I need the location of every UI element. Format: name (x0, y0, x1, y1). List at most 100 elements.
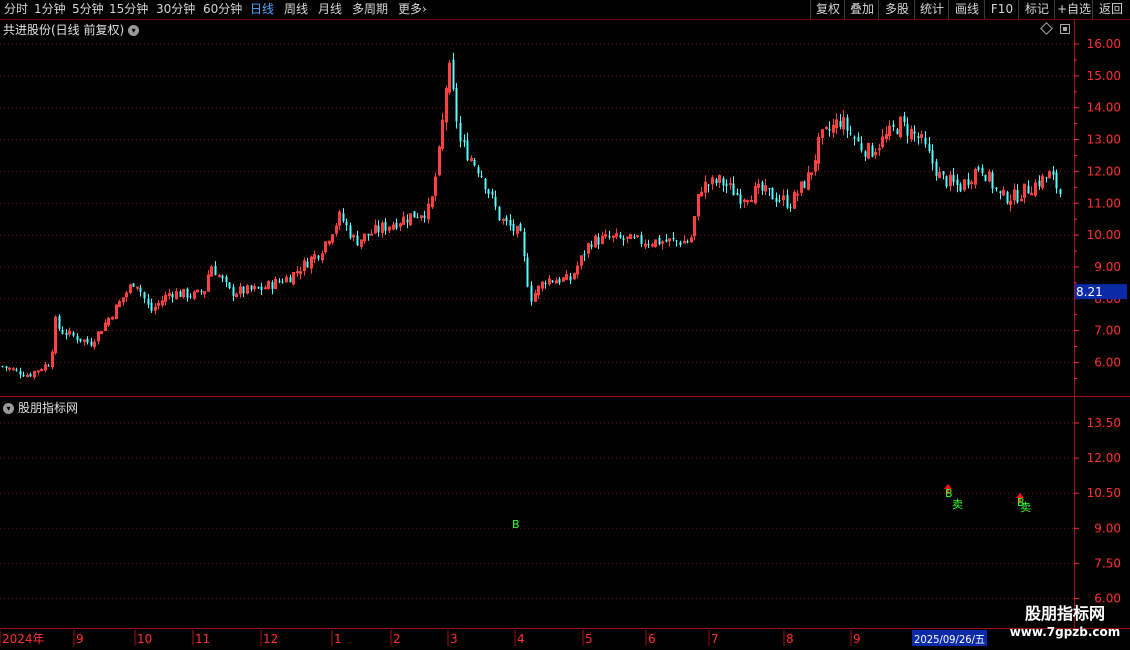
candle-body (736, 193, 739, 195)
chevron-down-icon[interactable]: ▾ (128, 25, 140, 36)
candle-body (1038, 180, 1041, 187)
candle-body (8, 367, 11, 370)
candle-body (416, 217, 419, 219)
time-label: 6 (648, 632, 656, 646)
candle-body (959, 184, 962, 192)
candle-body (768, 188, 771, 190)
window-icon[interactable] (1060, 24, 1070, 34)
candle-body (278, 280, 281, 282)
indicator-tick-label: 9.00 (1094, 521, 1121, 535)
watermark-name: 股朋指标网 (1024, 604, 1105, 623)
candle-body (878, 148, 881, 151)
candle-body (487, 189, 490, 194)
candle-body (647, 244, 650, 246)
candle-body (935, 161, 938, 176)
candle-body (200, 291, 203, 293)
indicator-tick-label: 13.50 (1087, 416, 1121, 430)
candle-body (65, 332, 68, 336)
candle-body (505, 217, 508, 222)
candle-body (846, 117, 849, 131)
candle-body (79, 338, 82, 342)
kline-chart[interactable]: 16.0015.0014.0013.0012.0011.0010.009.008… (0, 0, 1130, 650)
candle-body (61, 329, 64, 334)
candle-body (828, 128, 831, 131)
candle-body (636, 235, 639, 238)
indicator-title: ▾ 股朋指标网 (3, 399, 78, 416)
candle-body (90, 341, 93, 346)
candle-body (480, 175, 483, 177)
stock-name: 共进股份(日线 前复权) (3, 23, 125, 37)
time-label: 9 (853, 632, 861, 646)
candle-body (825, 126, 828, 129)
candle-body (15, 369, 18, 371)
candle-body (19, 371, 22, 375)
time-label: 5 (585, 632, 593, 646)
candle-body (179, 291, 182, 297)
candle-body (86, 338, 89, 343)
candle-body (967, 179, 970, 186)
watermark-url: www.7gpzb.com (1009, 625, 1121, 639)
candle-body (413, 211, 416, 218)
candle-body (715, 179, 718, 183)
candle-body (746, 200, 749, 203)
time-label: 2 (393, 632, 401, 646)
candle-body (281, 281, 284, 283)
candle-body (498, 206, 501, 221)
candle-body (242, 286, 245, 294)
candle-body (147, 298, 150, 305)
candle-body (860, 143, 863, 151)
candle-body (345, 221, 348, 226)
candle-body (349, 225, 352, 238)
candle-body (260, 286, 263, 291)
chevron-down-icon[interactable]: ▾ (3, 403, 14, 414)
candle-body (250, 285, 253, 290)
time-label: 9 (76, 632, 84, 646)
candle-body (906, 124, 909, 136)
time-label: 7 (711, 632, 719, 646)
candle-body (608, 236, 611, 238)
candle-body (839, 120, 842, 127)
candle-body (871, 145, 874, 157)
candle-body (558, 278, 561, 283)
candle-body (72, 332, 75, 336)
candle-body (1055, 172, 1058, 189)
candle-body (1016, 190, 1019, 203)
cursor-date-label: 2025/09/26/五 (914, 633, 985, 646)
candle-body (857, 137, 860, 142)
candle-body (722, 178, 725, 186)
candle-body (551, 280, 554, 282)
time-axis: 2024年 9 10 11 12 1 2 3 4 5 6 7 8 9 2025/09/26/五 (0, 630, 987, 646)
candle-body (725, 183, 728, 187)
candle-body (786, 194, 789, 208)
candle-body (945, 176, 948, 187)
candle-body (22, 374, 25, 377)
candle-body (26, 374, 29, 377)
candle-body (917, 136, 920, 139)
candle-body (264, 287, 267, 290)
candle-body (214, 265, 217, 276)
candle-body (218, 275, 221, 278)
candle-body (903, 116, 906, 122)
candle-body (1, 366, 4, 368)
candle-body (356, 235, 359, 246)
candle-body (544, 282, 547, 284)
candle-body (58, 316, 61, 329)
candle-body (228, 282, 231, 289)
candle-body (761, 182, 764, 191)
price-tick-label: 16.00 (1087, 37, 1121, 51)
signal-label: 卖 (1020, 501, 1031, 514)
candle-body (853, 136, 856, 139)
candle-body (257, 286, 260, 289)
indicator-name: 股朋指标网 (18, 401, 79, 415)
candle-body (590, 244, 593, 248)
candle-body (494, 196, 497, 207)
signal-markers: BB卖 B卖 (512, 484, 1031, 531)
candle-body (76, 336, 79, 341)
candle-body (143, 292, 146, 299)
time-label: 3 (450, 632, 458, 646)
candle-body (150, 303, 153, 311)
candle-body (626, 236, 629, 239)
candle-body (459, 122, 462, 142)
candle-body (1006, 191, 1009, 204)
candle-body (132, 283, 135, 287)
